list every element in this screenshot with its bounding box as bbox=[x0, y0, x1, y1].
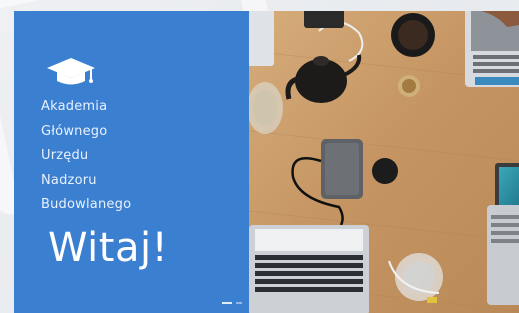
welcome-panel: Akademia Głównego Urzędu Nadzoru Budowla… bbox=[14, 11, 249, 313]
academy-name-line-3: Urzędu bbox=[41, 148, 89, 163]
slide-indicator-dot-active[interactable] bbox=[222, 302, 232, 304]
desk-with-laptops-photo bbox=[249, 11, 519, 313]
academy-name: Akademia Głównego Urzędu Nadzoru Budowla… bbox=[41, 95, 131, 218]
academy-name-line-1: Akademia bbox=[41, 99, 108, 114]
slide-indicator-dot[interactable] bbox=[236, 302, 242, 304]
welcome-heading: Witaj! bbox=[48, 225, 169, 271]
login-screen: Akademia Głównego Urzędu Nadzoru Budowla… bbox=[0, 0, 519, 313]
academy-name-line-5: Budowlanego bbox=[41, 197, 132, 212]
academy-name-line-4: Nadzoru bbox=[41, 172, 97, 188]
graduation-cap-icon bbox=[47, 58, 95, 85]
slide-indicator bbox=[222, 302, 242, 304]
welcome-slide: Akademia Głównego Urzędu Nadzoru Budowla… bbox=[14, 11, 519, 313]
academy-name-line-2: Głównego bbox=[41, 123, 108, 139]
